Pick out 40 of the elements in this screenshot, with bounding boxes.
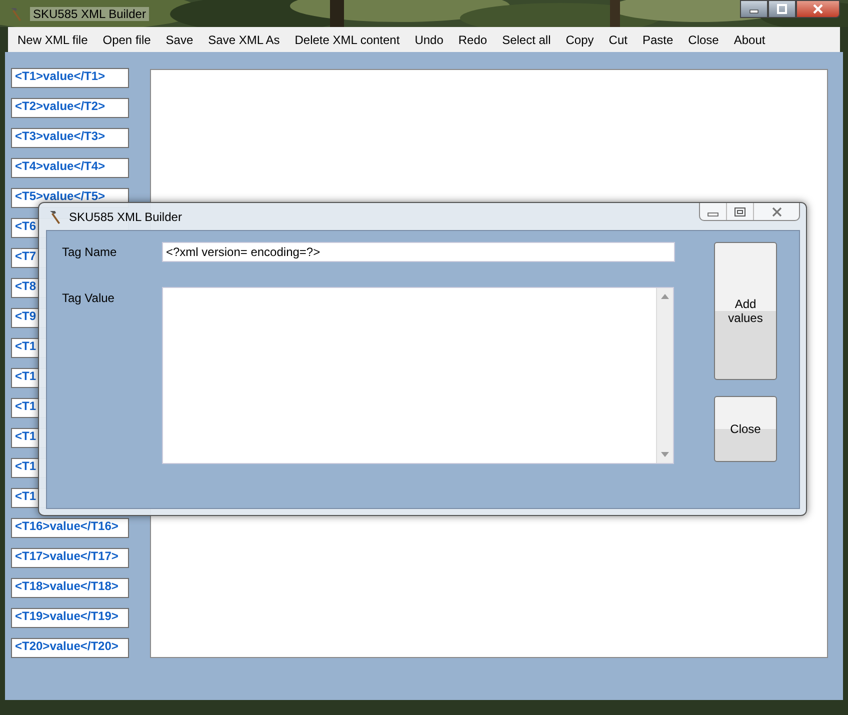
scroll-up-icon[interactable] [661,294,669,299]
menu-item[interactable]: Close [680,32,726,46]
tag-name-field[interactable]: <?xml version= encoding=?> [162,242,675,262]
tag-button[interactable]: <T3>value</T3> [11,128,129,148]
menu-item[interactable]: Undo [407,32,451,46]
menu-item[interactable]: Open file [95,32,158,46]
minimize-button[interactable] [740,0,768,18]
tag-value-field[interactable] [162,287,674,464]
menu-item[interactable]: Redo [450,32,495,46]
tag-button[interactable]: <T18>value</T18> [11,578,129,598]
tag-button[interactable]: <T16>value</T16> [11,518,129,538]
dialog-title: SKU585 XML Builder [69,210,182,224]
menu-item[interactable]: Paste [634,32,681,46]
restore-icon [734,206,746,216]
tag-button[interactable]: <T20>value</T20> [11,638,129,658]
menu-item[interactable]: Select all [494,32,558,46]
field-label: Tag Name [61,244,118,261]
scroll-down-icon[interactable] [661,452,669,457]
maximize-icon [777,4,787,14]
add-values-button[interactable]: Add values [714,242,777,380]
tag-button[interactable]: <T1>value</T1> [11,68,129,88]
maximize-button[interactable] [768,0,796,18]
field-label: Tag Value [61,290,116,307]
close-icon [770,206,782,216]
window-title: SKU585 XML Builder [30,6,149,20]
tag-button[interactable]: <T19>value</T19> [11,608,129,628]
menu-item[interactable]: Save XML As [200,32,288,46]
tag-button[interactable]: <T17>value</T17> [11,548,129,568]
tag-button[interactable]: <T2>value</T2> [11,98,129,118]
menu-item[interactable]: New XML file [10,32,96,46]
close-icon [813,4,823,14]
close-button[interactable] [796,0,840,18]
menu-item[interactable]: Copy [558,32,602,46]
menu-item[interactable]: About [726,32,773,46]
menu-item[interactable]: Cut [601,32,635,46]
close-button[interactable]: Close [714,396,777,462]
scrollbar[interactable] [656,288,673,463]
tag-button[interactable]: <T4>value</T4> [11,158,129,178]
menu-item[interactable]: Delete XML content [287,32,408,46]
menu-item[interactable]: Save [158,32,201,46]
